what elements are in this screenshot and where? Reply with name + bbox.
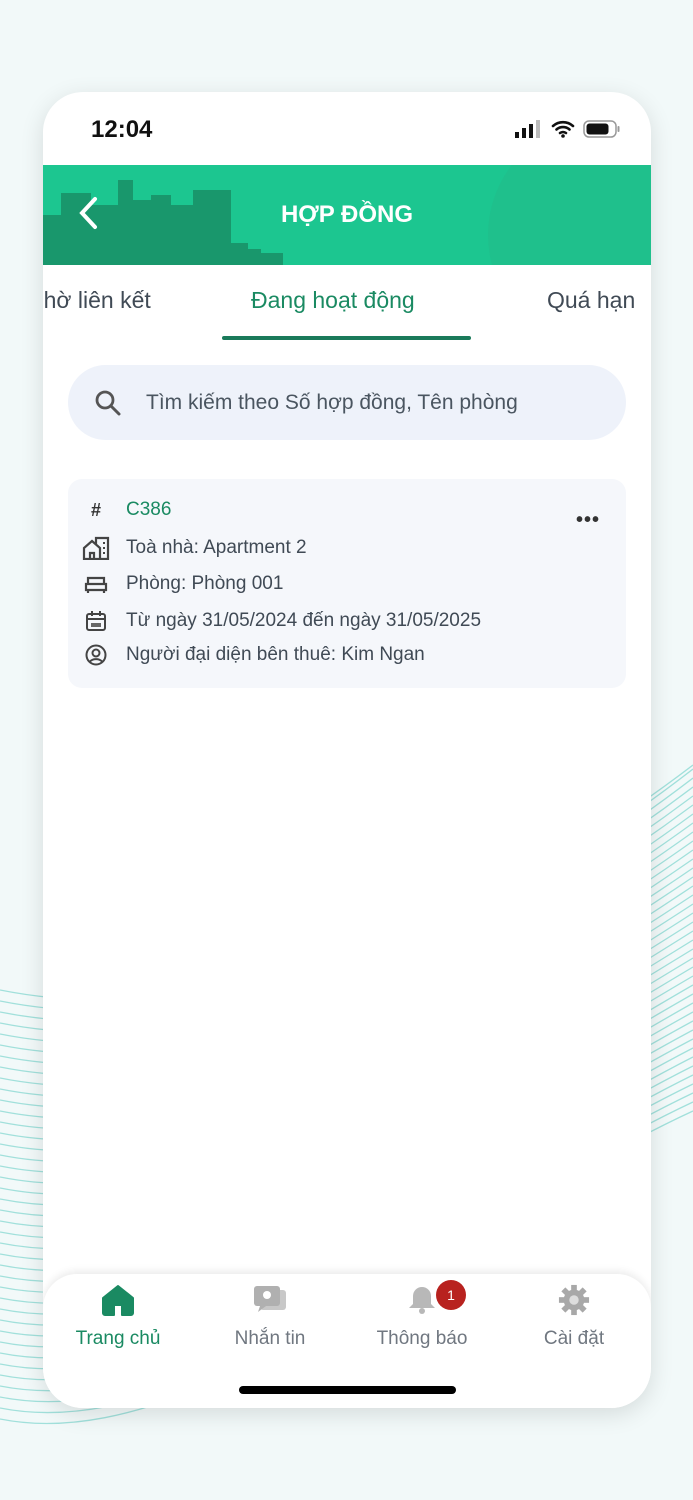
home-icon <box>102 1285 134 1316</box>
page-title: HỢP ĐỒNG <box>280 201 414 228</box>
hash-icon: # <box>90 499 101 520</box>
chat-icon <box>254 1286 286 1312</box>
user-circle-icon <box>82 644 110 666</box>
contract-card[interactable]: # C386 ••• Toà nhà: Apartment 2 Phòng: Ph… <box>68 479 626 688</box>
status-bar: 12:04 <box>43 92 651 165</box>
building-icon <box>82 536 110 560</box>
period-text: Từ ngày 31/05/2024 đến ngày 31/05/2025 <box>126 610 482 631</box>
nav-messages[interactable]: Nhắn tin <box>200 1284 340 1350</box>
more-options-button[interactable]: ••• <box>576 509 600 532</box>
nav-home[interactable]: Trang chủ <box>48 1284 188 1350</box>
search-input[interactable]: Tìm kiếm theo Số hợp đồng, Tên phòng <box>68 365 626 440</box>
battery-icon <box>583 120 620 138</box>
nav-settings-label: Cài đặt <box>543 1328 605 1349</box>
bell-icon <box>409 1287 435 1314</box>
phone-screen: 12:04 HỢP ĐỒNG Chờ liên kết Đang hoạt độ… <box>43 92 651 1408</box>
nav-notifications[interactable]: 1 Thông báo <box>352 1280 492 1350</box>
bed-icon <box>82 574 110 594</box>
tenant-text: Người đại diện bên thuê: Kim Ngan <box>126 644 425 665</box>
wifi-icon <box>551 120 575 138</box>
room-text: Phòng: Phòng 001 <box>126 573 284 594</box>
building-text: Toà nhà: Apartment 2 <box>126 537 307 558</box>
tab-pending-link[interactable]: Chờ liên kết <box>43 287 151 314</box>
nav-settings[interactable]: Cài đặt <box>504 1284 644 1350</box>
calendar-icon <box>82 610 110 632</box>
header-bar: HỢP ĐỒNG <box>43 165 651 265</box>
home-indicator <box>239 1386 456 1394</box>
search-icon <box>95 390 121 415</box>
tab-active[interactable]: Đang hoạt động <box>251 287 415 314</box>
bottom-nav: Trang chủ Nhắn tin 1 Thông báo Cài đặt <box>43 1274 651 1408</box>
tab-overdue[interactable]: Quá hạn <box>547 287 635 314</box>
contract-code: C386 <box>126 499 172 520</box>
nav-messages-label: Nhắn tin <box>234 1328 306 1349</box>
nav-notifications-label: Thông báo <box>376 1328 468 1349</box>
status-time: 12:04 <box>91 116 153 143</box>
tab-bar: Chờ liên kết Đang hoạt động Quá hạn <box>43 265 651 341</box>
notification-badge: 1 <box>436 1280 466 1310</box>
active-tab-indicator <box>222 336 471 340</box>
gear-icon <box>558 1284 590 1316</box>
signal-icon <box>515 120 540 138</box>
search-placeholder: Tìm kiếm theo Số hợp đồng, Tên phòng <box>146 390 518 414</box>
nav-home-label: Trang chủ <box>75 1328 161 1349</box>
